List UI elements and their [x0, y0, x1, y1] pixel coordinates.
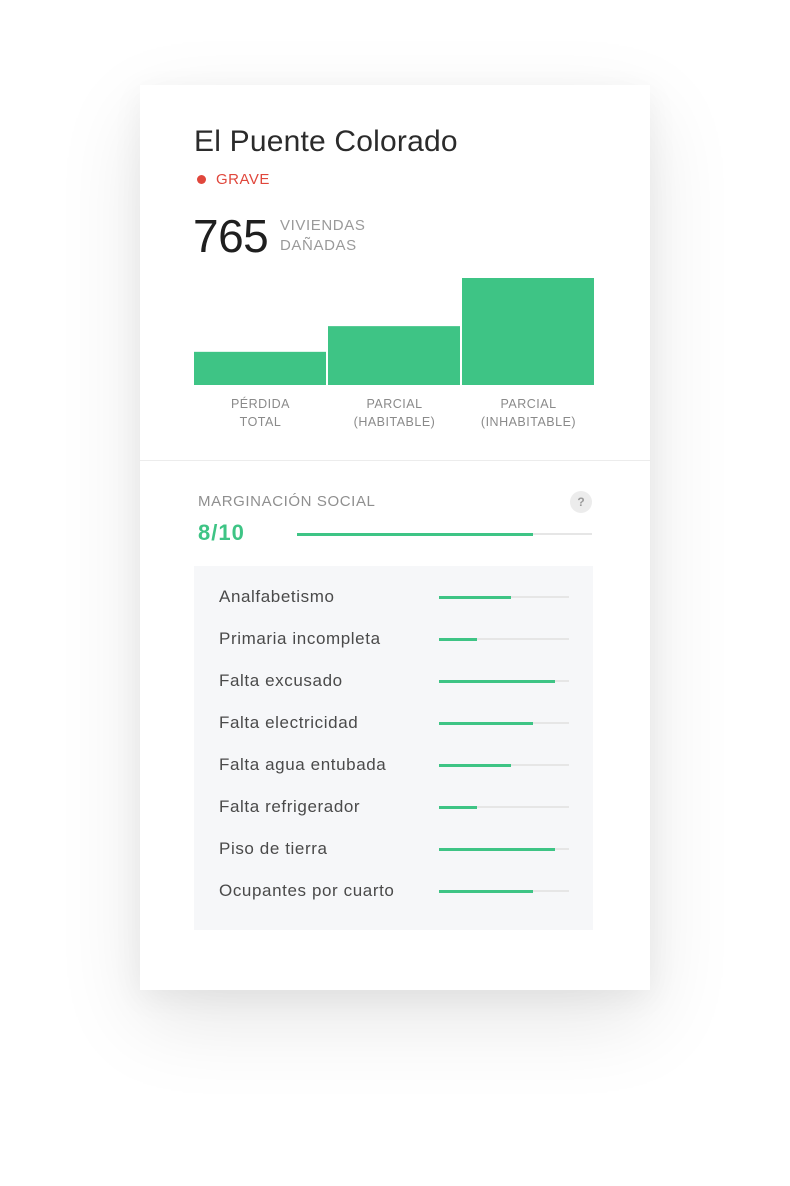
indicator-bar-fill: [439, 847, 555, 851]
damage-bar: [194, 351, 326, 385]
indicator-bar: [439, 763, 569, 767]
indicator-row: Falta electricidad: [219, 712, 569, 734]
indicator-label: Falta refrigerador: [219, 797, 361, 816]
marginacion-score: 8/10: [198, 520, 245, 545]
damage-bar-label: PARCIAL (HABITABLE): [353, 397, 436, 429]
damage-bar-chart: [194, 278, 594, 385]
indicator-label: Ocupantes por cuarto: [219, 881, 395, 900]
indicator-bar-fill: [439, 679, 555, 683]
indicator-label: Falta electricidad: [219, 713, 359, 732]
damage-bar-label: PÉRDIDA TOTAL: [230, 397, 291, 429]
indicator-bar-fill: [439, 889, 533, 893]
marginacion-title: MARGINACIÓN SOCIAL: [198, 493, 376, 510]
indicator-row: Ocupantes por cuarto: [219, 880, 569, 902]
indicator-row: Falta excusado: [219, 670, 569, 692]
location-card: El Puente Colorado GRAVE 765 VIVIENDAS D…: [140, 85, 650, 990]
indicator-row: Falta refrigerador: [219, 796, 569, 818]
indicator-bar-fill: [439, 763, 511, 767]
indicator-bar: [439, 889, 569, 893]
indicators-panel: Analfabetismo Primaria incompleta Falta ex…: [194, 566, 593, 930]
indicator-label: Falta excusado: [219, 671, 343, 690]
indicator-bar: [439, 679, 569, 683]
indicator-bar-fill: [439, 805, 477, 809]
indicator-bar: [439, 721, 569, 725]
indicator-label: Falta agua entubada: [219, 755, 387, 774]
damaged-count: 765: [193, 210, 269, 262]
damage-bar: [328, 326, 460, 385]
marginacion-score-bar: [297, 532, 592, 536]
damage-bar-label: PARCIAL (INHABITABLE): [480, 397, 577, 429]
indicator-bar: [439, 847, 569, 851]
indicator-bar-fill: [439, 637, 477, 641]
indicator-row: Piso de tierra: [219, 838, 569, 860]
indicator-bar: [439, 637, 569, 641]
damage-bar: [462, 278, 594, 385]
severity-badge: GRAVE: [197, 171, 270, 188]
indicator-label: Analfabetismo: [219, 587, 335, 606]
indicator-label: Piso de tierra: [219, 839, 328, 858]
indicator-bar: [439, 805, 569, 809]
marginacion-score-fill: [297, 532, 533, 536]
indicator-label: Primaria incompleta: [219, 629, 381, 648]
indicator-row: Analfabetismo: [219, 586, 569, 608]
help-icon[interactable]: ?: [570, 491, 592, 513]
location-title: El Puente Colorado: [194, 125, 458, 158]
indicator-bar: [439, 595, 569, 599]
severity-label: GRAVE: [216, 171, 270, 188]
section-divider: [140, 460, 650, 461]
damaged-unit-label: VIVIENDAS DAÑADAS: [280, 217, 366, 254]
indicator-row: Primaria incompleta: [219, 628, 569, 650]
severity-dot-icon: [197, 175, 206, 184]
indicator-row: Falta agua entubada: [219, 754, 569, 776]
indicator-bar-fill: [439, 595, 511, 599]
indicator-bar-fill: [439, 721, 533, 725]
